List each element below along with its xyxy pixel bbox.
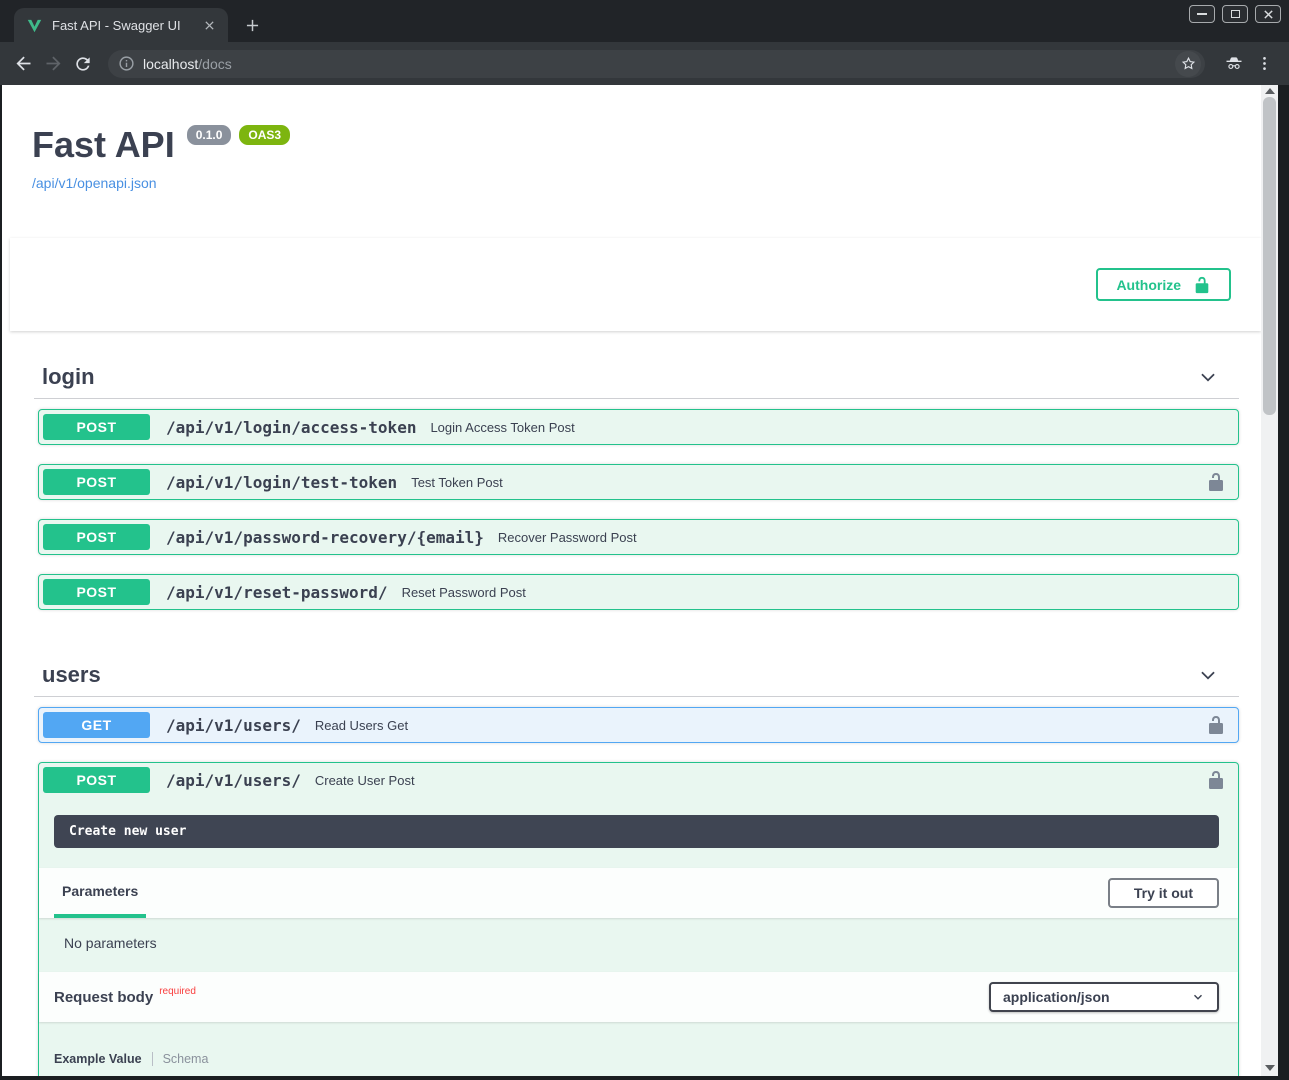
unlock-icon[interactable] [1206, 715, 1226, 735]
endpoint-row-expanded: POST /api/v1/users/ Create User Post Cre… [38, 762, 1239, 1076]
tag-header-users[interactable]: users [34, 654, 1239, 697]
page-scrollbar[interactable] [1261, 85, 1278, 1076]
tab-example-value[interactable]: Example Value [54, 1052, 152, 1066]
tab-title: Fast API - Swagger UI [52, 18, 200, 33]
endpoint-path: /api/v1/password-recovery/{email} [166, 528, 484, 547]
endpoint-row[interactable]: POST /api/v1/login/test-token Test Token… [38, 464, 1239, 500]
tag-header-login[interactable]: login [34, 356, 1239, 399]
browser-toolbar: localhost/docs [0, 42, 1289, 85]
content-type-select[interactable]: application/json [989, 982, 1219, 1012]
back-button[interactable] [8, 49, 38, 79]
endpoint-summary: Test Token Post [411, 475, 1206, 490]
favicon-icon [26, 17, 43, 34]
model-example-section: Example Value Schema { [39, 1022, 1238, 1076]
endpoint-summary: Reset Password Post [402, 585, 1206, 600]
version-badge: 0.1.0 [187, 125, 232, 145]
endpoint-row[interactable]: POST /api/v1/users/ Create User Post [39, 763, 1238, 797]
api-sections: login POST /api/v1/login/access-token Lo… [2, 331, 1261, 1076]
site-info-icon[interactable] [118, 55, 135, 72]
tag-name: login [42, 364, 1197, 390]
endpoint-row[interactable]: POST /api/v1/login/access-token Login Ac… [38, 409, 1239, 445]
chevron-down-icon[interactable] [1197, 664, 1219, 686]
request-body-header: Request body required application/json [39, 972, 1238, 1022]
scheme-container: Authorize [10, 238, 1261, 331]
url-path: /docs [198, 56, 231, 72]
chevron-down-icon[interactable] [1197, 366, 1219, 388]
url-text: localhost/docs [143, 56, 1175, 72]
openapi-spec-link[interactable]: /api/v1/openapi.json [32, 175, 157, 191]
bookmark-star-icon[interactable] [1175, 51, 1201, 77]
endpoint-row[interactable]: POST /api/v1/reset-password/ Reset Passw… [38, 574, 1239, 610]
endpoint-summary: Login Access Token Post [430, 420, 1206, 435]
method-badge: POST [43, 414, 150, 440]
tab-bar: Fast API - Swagger UI [0, 0, 1289, 42]
new-tab-button[interactable] [238, 11, 266, 39]
close-button[interactable] [1255, 5, 1281, 23]
no-parameters-text: No parameters [39, 918, 1238, 972]
method-badge: POST [43, 469, 150, 495]
incognito-icon [1219, 49, 1249, 79]
unlocked-padlock-icon [1193, 276, 1211, 294]
window-controls [1189, 5, 1281, 23]
endpoint-description: Create new user [54, 815, 1219, 848]
tag-name: users [42, 662, 1197, 688]
method-badge: POST [43, 767, 150, 793]
title-badges: 0.1.0 OAS3 [187, 125, 290, 145]
endpoint-row[interactable]: POST /api/v1/password-recovery/{email} R… [38, 519, 1239, 555]
unlock-icon[interactable] [1206, 770, 1226, 790]
authorize-label: Authorize [1116, 277, 1181, 293]
tab-schema[interactable]: Schema [152, 1052, 209, 1066]
endpoint-path: /api/v1/reset-password/ [166, 583, 388, 602]
endpoint-path: /api/v1/users/ [166, 716, 301, 735]
endpoint-path: /api/v1/login/access-token [166, 418, 416, 437]
method-badge: GET [43, 712, 150, 738]
endpoint-summary: Read Users Get [315, 718, 1206, 733]
maximize-button[interactable] [1222, 5, 1248, 23]
example-tabs: Example Value Schema [54, 1052, 1219, 1066]
menu-kebab-icon[interactable] [1249, 49, 1279, 79]
url-host: localhost [143, 56, 198, 72]
unlock-icon[interactable] [1206, 472, 1226, 492]
tab-close-icon[interactable] [200, 16, 218, 34]
method-badge: POST [43, 579, 150, 605]
endpoint-path: /api/v1/login/test-token [166, 473, 397, 492]
content-type-value: application/json [1003, 989, 1110, 1005]
endpoint-summary: Create User Post [315, 773, 1206, 788]
forward-button[interactable] [38, 49, 68, 79]
select-chevron-icon [1191, 990, 1205, 1004]
try-it-out-button[interactable]: Try it out [1108, 878, 1219, 908]
browser-viewport: Fast API 0.1.0 OAS3 /api/v1/openapi.json A… [0, 85, 1289, 1080]
minimize-button[interactable] [1189, 5, 1215, 23]
authorize-button[interactable]: Authorize [1096, 268, 1231, 301]
swagger-page: Fast API 0.1.0 OAS3 /api/v1/openapi.json A… [2, 85, 1261, 1076]
scrollbar-down-arrow[interactable] [1265, 1065, 1275, 1071]
tab-parameters: Parameters [54, 868, 146, 918]
api-info-block: Fast API 0.1.0 OAS3 /api/v1/openapi.json [2, 85, 1261, 238]
browser-tab[interactable]: Fast API - Swagger UI [14, 8, 228, 42]
scrollbar-thumb[interactable] [1263, 97, 1276, 415]
endpoint-summary: Recover Password Post [498, 530, 1206, 545]
endpoint-path: /api/v1/users/ [166, 771, 301, 790]
request-body-label: Request body [54, 989, 153, 1006]
method-badge: POST [43, 524, 150, 550]
required-flag: required [159, 986, 196, 997]
endpoint-description-wrapper: Create new user [39, 797, 1238, 868]
url-bar[interactable]: localhost/docs [108, 50, 1205, 78]
parameters-header: Parameters Try it out [39, 868, 1238, 918]
oas3-badge: OAS3 [239, 125, 290, 145]
page-title: Fast API [32, 124, 175, 165]
reload-button[interactable] [68, 49, 98, 79]
scrollbar-up-arrow[interactable] [1265, 88, 1275, 94]
endpoint-row[interactable]: GET /api/v1/users/ Read Users Get [38, 707, 1239, 743]
browser-chrome: Fast API - Swagger UI [0, 0, 1289, 85]
